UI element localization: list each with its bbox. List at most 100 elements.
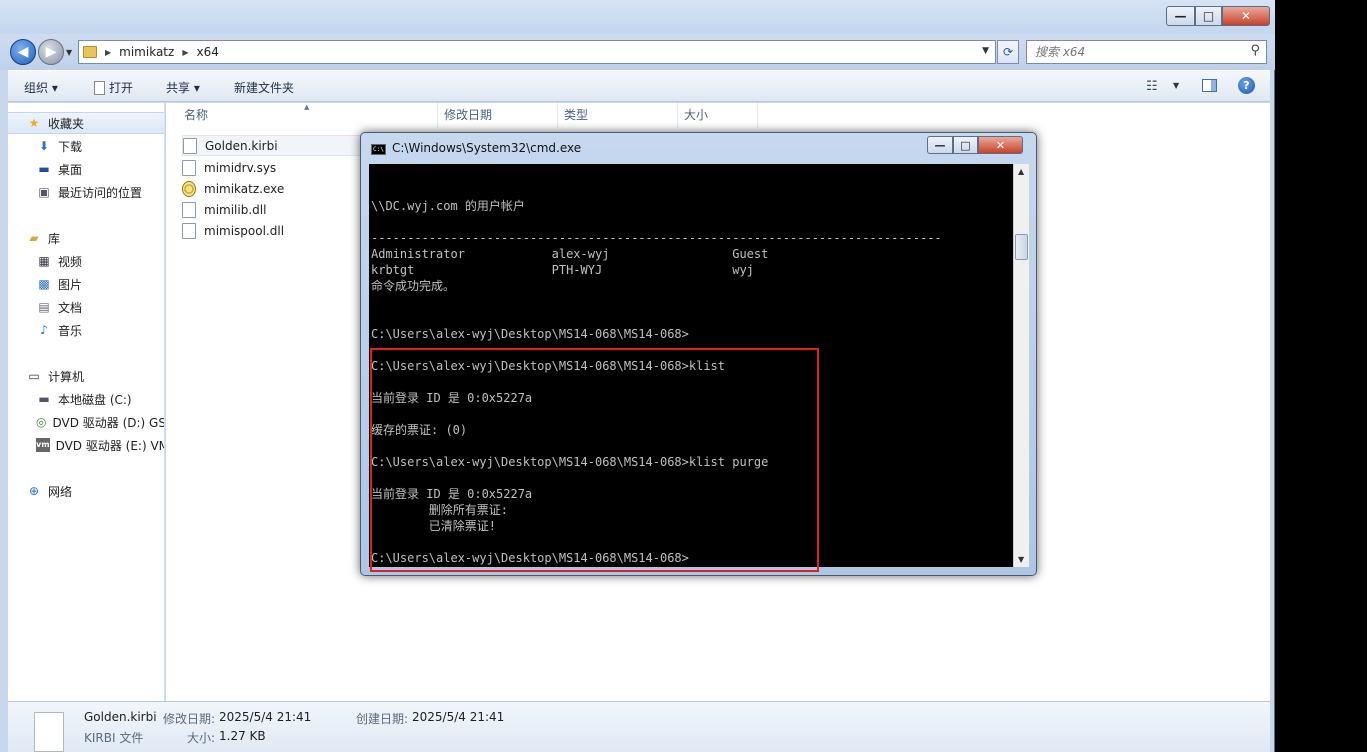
breadcrumb-x64[interactable]: x64 [196, 45, 218, 59]
share-menu[interactable]: 共享 ▾ [166, 79, 200, 96]
file-name: mimidrv.sys [204, 160, 277, 175]
minimize-button[interactable]: — [1166, 6, 1195, 26]
dll-file-icon [182, 201, 196, 218]
search-box: ⚲ [1026, 40, 1267, 64]
details-created-label: 创建日期: [356, 712, 409, 726]
file-row-mimikatz[interactable]: mimikatz.exe [182, 178, 284, 199]
view-options-icon[interactable]: ☷ [1146, 79, 1158, 94]
document-icon [94, 81, 105, 95]
console-line: 当前登录 ID 是 0:0x5227a [371, 391, 533, 405]
sidebar-item-desktop[interactable]: ▬ 桌面 [8, 158, 164, 180]
sidebar-item-label: 视频 [58, 254, 83, 269]
sidebar-item-documents[interactable]: ▤ 文档 [8, 296, 164, 318]
console-icon: C:\ [371, 144, 386, 155]
sidebar-item-label: 库 [48, 231, 61, 246]
chevron-right-icon[interactable]: ▶ [182, 48, 188, 57]
sidebar-item-label: 网络 [48, 484, 73, 499]
scroll-up-icon[interactable]: ▲ [1018, 167, 1024, 176]
picture-icon: ▩ [38, 277, 50, 291]
scrollbar-thumb[interactable] [1015, 234, 1028, 260]
file-row-mimispool[interactable]: mimispool.dll [182, 220, 284, 241]
cmd-maximize-button[interactable]: □ [953, 136, 978, 154]
scroll-down-icon[interactable]: ▼ [1018, 555, 1024, 564]
column-header-type[interactable]: 类型 [558, 103, 678, 128]
sidebar-item-label: 图片 [58, 277, 83, 292]
maximize-button[interactable]: □ [1195, 6, 1222, 26]
search-icon[interactable]: ⚲ [1250, 43, 1260, 58]
sidebar-item-drive-d[interactable]: ◎ DVD 驱动器 (D:) GS [8, 411, 164, 433]
recent-pages-dropdown-icon[interactable]: ▼ [66, 48, 72, 57]
console-line: Administrator alex-wyj Guest [371, 247, 769, 261]
file-name: mimilib.dll [204, 202, 267, 217]
sidebar-item-music[interactable]: ♪ 音乐 [8, 319, 164, 341]
sidebar-item-network[interactable]: ⊕ 网络 [8, 480, 164, 502]
sort-ascending-icon: ▲ [304, 103, 310, 111]
file-name: mimispool.dll [204, 223, 285, 238]
sidebar-item-recent[interactable]: ▣ 最近访问的位置 [8, 181, 164, 203]
column-header-size[interactable]: 大小 [678, 103, 758, 128]
sidebar-item-drive-c[interactable]: ▬ 本地磁盘 (C:) [8, 388, 164, 410]
library-icon: ▰ [29, 231, 39, 245]
vertical-scrollbar[interactable]: ▲ ▼ [1013, 164, 1029, 567]
sidebar-item-videos[interactable]: ▦ 视频 [8, 250, 164, 272]
cmd-close-button[interactable]: ✕ [978, 136, 1023, 154]
console-line: 命令成功完成。 [371, 279, 456, 293]
sidebar-item-label: 下载 [58, 139, 83, 154]
console-line: 当前登录 ID 是 0:0x5227a [371, 487, 533, 501]
console-line: C:\Users\alex-wyj\Desktop\MS14-068\MS14-… [371, 359, 726, 373]
new-folder-button[interactable]: 新建文件夹 [234, 79, 294, 96]
details-created-value: 2025/5/4 21:41 [412, 710, 505, 724]
file-icon [34, 712, 64, 752]
hard-drive-icon: ▬ [38, 392, 50, 406]
preview-pane-icon[interactable] [1202, 79, 1217, 92]
command-toolbar: 组织 ▾ 打开 共享 ▾ 新建文件夹 ☷ ▼ ? [8, 70, 1270, 102]
cmd-minimize-button[interactable]: — [927, 136, 953, 154]
file-icon [183, 137, 197, 154]
sidebar-item-label: 音乐 [58, 323, 83, 338]
download-folder-icon: ⬇ [38, 139, 50, 153]
address-bar[interactable]: ▶ mimikatz ▶ x64 ▼ [78, 40, 996, 64]
chevron-down-icon[interactable]: ▼ [1173, 81, 1179, 90]
system-file-icon [182, 159, 196, 176]
console-line: C:\Users\alex-wyj\Desktop\MS14-068\MS14-… [371, 551, 689, 565]
console-line: 删除所有票证: [371, 503, 509, 517]
console-line: krbtgt PTH-WYJ wyj [371, 263, 754, 277]
sidebar-item-label: DVD 驱动器 (E:) VM [55, 438, 165, 453]
organize-menu[interactable]: 组织 ▾ [24, 79, 58, 96]
file-name: mimikatz.exe [204, 181, 285, 196]
console-line: ----------------------------------------… [371, 231, 942, 245]
sidebar-item-downloads[interactable]: ⬇ 下载 [8, 135, 164, 157]
file-row-mimidrv[interactable]: mimidrv.sys [182, 157, 276, 178]
file-row-mimilib[interactable]: mimilib.dll [182, 199, 266, 220]
file-name: Golden.kirbi [205, 138, 278, 153]
forward-button[interactable]: ▶ [38, 39, 64, 65]
close-button[interactable]: ✕ [1222, 6, 1270, 26]
details-size-value: 1.27 KB [219, 729, 266, 743]
chevron-down-icon[interactable]: ▼ [982, 46, 989, 56]
sidebar-item-drive-e[interactable]: vm DVD 驱动器 (E:) VM [8, 434, 165, 456]
chevron-right-icon[interactable]: ▶ [105, 48, 111, 57]
column-header-modified[interactable]: 修改日期 [438, 103, 558, 128]
refresh-button[interactable]: ⟳ [997, 40, 1019, 64]
back-button[interactable]: ◀ [10, 39, 36, 65]
console-line: 已清除票证! [371, 519, 497, 533]
sidebar-item-label: 计算机 [48, 369, 85, 384]
open-button[interactable]: 打开 [94, 79, 133, 96]
sidebar-item-computer[interactable]: ▭ 计算机 [8, 365, 164, 387]
dvd-drive-icon: ◎ [36, 415, 47, 429]
search-input[interactable] [1027, 41, 1227, 63]
file-row-golden-kirbi[interactable]: Golden.kirbi [182, 135, 382, 156]
console-line: C:\Users\alex-wyj\Desktop\MS14-068\MS14-… [371, 455, 769, 469]
help-icon[interactable]: ? [1238, 77, 1255, 94]
sidebar-item-libraries[interactable]: ▰ 库 [8, 227, 164, 249]
console-line: C:\Users\alex-wyj\Desktop\MS14-068\MS14-… [371, 327, 689, 341]
breadcrumb-mimikatz[interactable]: mimikatz [119, 45, 174, 59]
sidebar-item-favorites[interactable]: ★ 收藏夹 [8, 112, 164, 134]
navigation-pane: ★ 收藏夹 ⬇ 下载 ▬ 桌面 ▣ 最近访问的位置 ▰ 库 ▦ 视频 ▩ 图片 ▤ 文档 ♪ 音乐… [8, 103, 165, 701]
console-output[interactable]: \\DC.wyj.com 的用户帐户 ---------------------… [369, 164, 1013, 567]
sidebar-item-pictures[interactable]: ▩ 图片 [8, 273, 164, 295]
details-size-label: 大小: [187, 731, 216, 745]
folder-icon [83, 46, 97, 58]
cmd-window: C:\ C:\Windows\System32\cmd.exe — □ ✕ \\… [360, 132, 1037, 576]
open-label: 打开 [109, 81, 134, 95]
